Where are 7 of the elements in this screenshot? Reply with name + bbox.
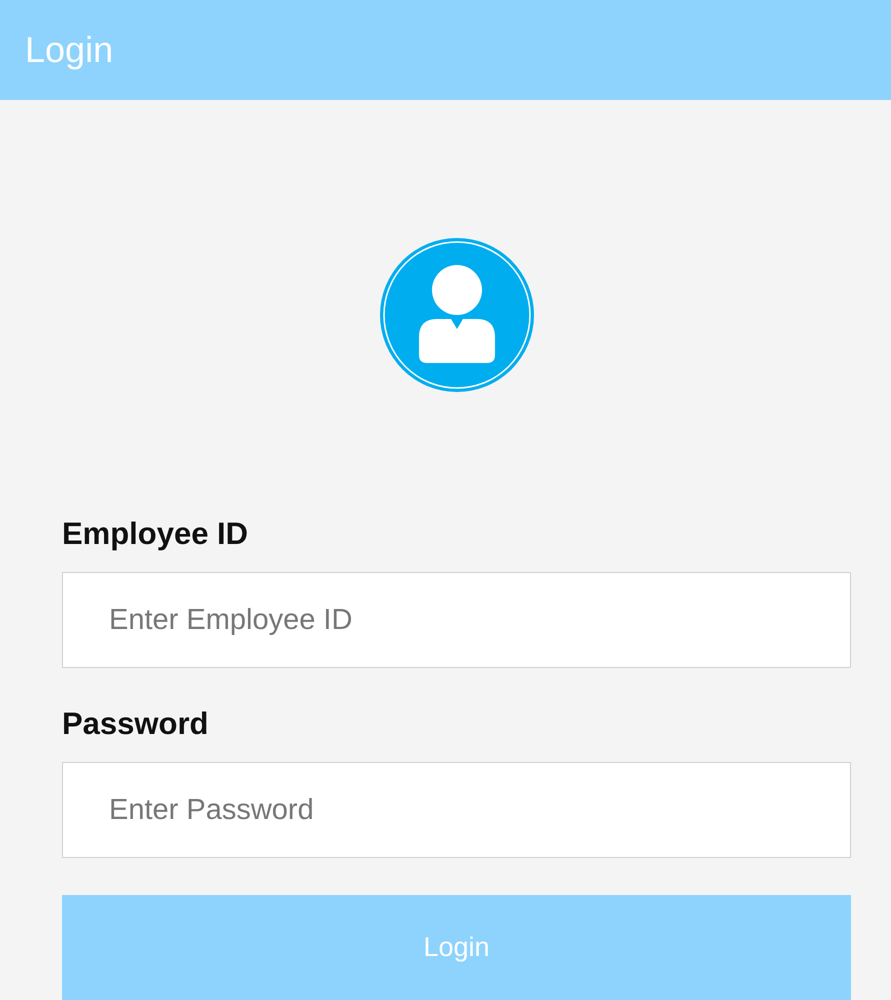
- login-button[interactable]: Login: [62, 895, 851, 1000]
- text-field[interactable]: Enter Password: [62, 762, 851, 858]
- user-avatar-icon: [378, 237, 534, 393]
- field-label: Employee ID: [62, 516, 250, 552]
- field-label: Password: [62, 706, 210, 742]
- text-field[interactable]: Enter Employee ID: [62, 572, 851, 668]
- page-title: Login: [25, 29, 114, 71]
